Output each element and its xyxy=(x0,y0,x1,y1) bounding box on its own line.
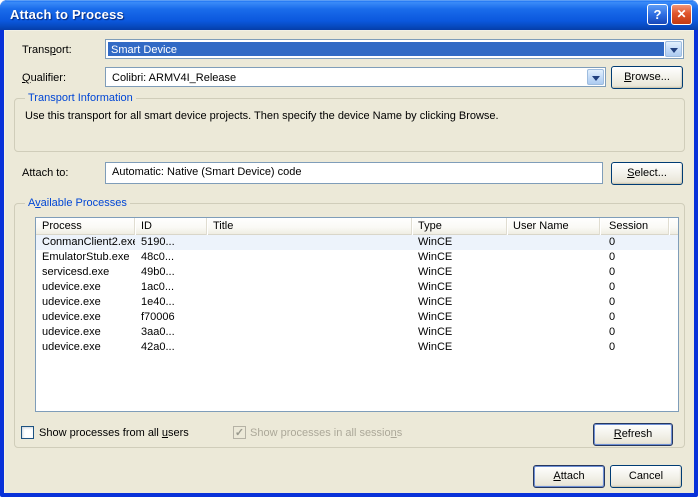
column-header-user-name[interactable]: User Name xyxy=(507,218,600,235)
cell-id: 5190... xyxy=(135,235,207,250)
column-header-id[interactable]: ID xyxy=(135,218,207,235)
dialog-body: Transport: Smart Device Qualifier: Colib… xyxy=(4,30,694,493)
chevron-down-icon[interactable] xyxy=(587,69,604,85)
attach-button[interactable]: Attach xyxy=(533,465,605,488)
cell-process: udevice.exe xyxy=(36,340,135,355)
cell-user-name xyxy=(507,295,600,310)
cell-id: 42a0... xyxy=(135,340,207,355)
transport-information-group: Transport Information Use this transport… xyxy=(14,98,685,152)
column-header-session[interactable]: Session xyxy=(600,218,669,235)
table-row[interactable]: udevice.exe f70006 WinCE 0 xyxy=(36,310,678,325)
cell-id: 1ac0... xyxy=(135,280,207,295)
table-row[interactable]: udevice.exe 1ac0... WinCE 0 xyxy=(36,280,678,295)
cell-session: 0 xyxy=(600,265,669,280)
table-row[interactable]: udevice.exe 1e40... WinCE 0 xyxy=(36,295,678,310)
qualifier-label: Qualifier: xyxy=(22,71,66,85)
browse-button[interactable]: Browse... xyxy=(611,66,683,89)
cell-session: 0 xyxy=(600,235,669,250)
cell-id: f70006 xyxy=(135,310,207,325)
cell-type: WinCE xyxy=(412,235,507,250)
cell-type: WinCE xyxy=(412,280,507,295)
cell-process: servicesd.exe xyxy=(36,265,135,280)
transport-dropdown[interactable]: Smart Device xyxy=(105,39,684,59)
cell-process: udevice.exe xyxy=(36,295,135,310)
window-title: Attach to Process xyxy=(10,7,124,22)
transport-information-text: Use this transport for all smart device … xyxy=(25,109,674,123)
select-button[interactable]: Select... xyxy=(611,162,683,185)
cell-session: 0 xyxy=(600,280,669,295)
cell-user-name xyxy=(507,325,600,340)
chevron-down-icon[interactable] xyxy=(665,41,682,57)
cell-process: udevice.exe xyxy=(36,280,135,295)
close-icon[interactable]: ✕ xyxy=(671,4,692,25)
cell-type: WinCE xyxy=(412,250,507,265)
table-row[interactable]: EmulatorStub.exe 48c0... WinCE 0 xyxy=(36,250,678,265)
cell-id: 3aa0... xyxy=(135,325,207,340)
title-bar[interactable]: Attach to Process ? ✕ xyxy=(0,0,698,30)
cell-user-name xyxy=(507,280,600,295)
cell-user-name xyxy=(507,235,600,250)
show-all-users-checkbox[interactable] xyxy=(21,426,34,439)
attach-to-field[interactable]: Automatic: Native (Smart Device) code xyxy=(105,162,603,184)
cell-session: 0 xyxy=(600,295,669,310)
cell-title xyxy=(207,295,412,310)
show-all-sessions-label: Show processes in all sessions xyxy=(250,426,402,440)
column-header-process[interactable]: Process xyxy=(36,218,135,235)
cell-title xyxy=(207,325,412,340)
cell-type: WinCE xyxy=(412,310,507,325)
cell-process: udevice.exe xyxy=(36,310,135,325)
cell-user-name xyxy=(507,310,600,325)
cell-id: 48c0... xyxy=(135,250,207,265)
refresh-button[interactable]: Refresh xyxy=(593,423,673,446)
transport-label: Transport: xyxy=(22,43,72,57)
cell-type: WinCE xyxy=(412,295,507,310)
table-row[interactable]: ConmanClient2.exe 5190... WinCE 0 xyxy=(36,235,678,250)
cell-title xyxy=(207,310,412,325)
cell-id: 49b0... xyxy=(135,265,207,280)
cell-session: 0 xyxy=(600,250,669,265)
transport-selected-value: Smart Device xyxy=(108,42,664,56)
cell-title xyxy=(207,235,412,250)
table-row[interactable]: udevice.exe 42a0... WinCE 0 xyxy=(36,340,678,355)
cell-title xyxy=(207,250,412,265)
cell-title xyxy=(207,265,412,280)
qualifier-selected-value: Colibri: ARMV4I_Release xyxy=(108,70,586,84)
process-list-header: Process ID Title Type User Name Session xyxy=(36,218,678,235)
cell-user-name xyxy=(507,265,600,280)
cell-title xyxy=(207,280,412,295)
cell-user-name xyxy=(507,340,600,355)
column-header-type[interactable]: Type xyxy=(412,218,507,235)
cell-session: 0 xyxy=(600,325,669,340)
cell-process: EmulatorStub.exe xyxy=(36,250,135,265)
cancel-button[interactable]: Cancel xyxy=(610,465,682,488)
cell-process: ConmanClient2.exe xyxy=(36,235,135,250)
table-row[interactable]: servicesd.exe 49b0... WinCE 0 xyxy=(36,265,678,280)
cell-session: 0 xyxy=(600,340,669,355)
available-processes-title: Available Processes xyxy=(25,197,130,210)
attach-to-process-dialog: Attach to Process ? ✕ Transport: Smart D… xyxy=(0,0,698,497)
cell-user-name xyxy=(507,250,600,265)
cell-session: 0 xyxy=(600,310,669,325)
show-all-sessions-checkbox: ✓ xyxy=(233,426,246,439)
cell-title xyxy=(207,340,412,355)
cell-id: 1e40... xyxy=(135,295,207,310)
qualifier-dropdown[interactable]: Colibri: ARMV4I_Release xyxy=(105,67,606,87)
table-row[interactable]: udevice.exe 3aa0... WinCE 0 xyxy=(36,325,678,340)
available-processes-group: Available Processes Process ID Title Typ… xyxy=(14,203,685,448)
help-icon[interactable]: ? xyxy=(647,4,668,25)
process-list[interactable]: Process ID Title Type User Name Session … xyxy=(35,217,679,412)
show-all-users-label: Show processes from all users xyxy=(39,426,189,440)
attach-to-label: Attach to: xyxy=(22,166,68,180)
cell-process: udevice.exe xyxy=(36,325,135,340)
cell-type: WinCE xyxy=(412,340,507,355)
column-header-title[interactable]: Title xyxy=(207,218,412,235)
column-header-filler xyxy=(669,218,678,235)
cell-type: WinCE xyxy=(412,325,507,340)
cell-type: WinCE xyxy=(412,265,507,280)
transport-information-title: Transport Information xyxy=(25,92,136,105)
